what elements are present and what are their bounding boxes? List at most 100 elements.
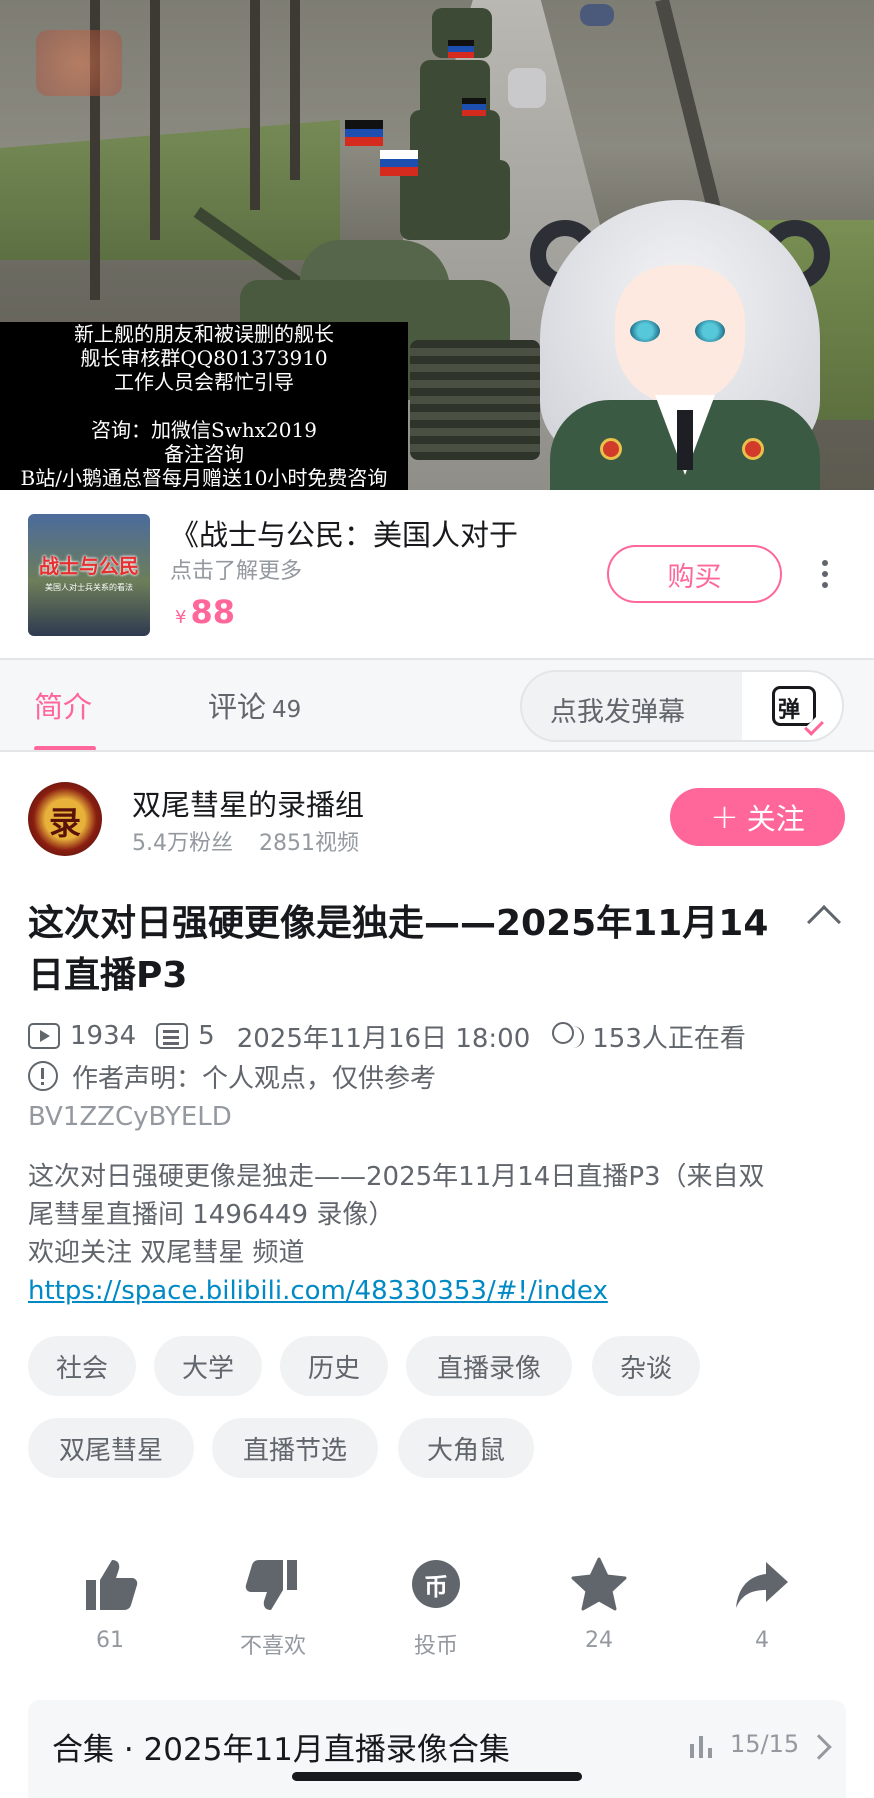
video-scene-tree: [250, 0, 260, 210]
follow-label: 关注: [746, 802, 805, 836]
publish-date: 2025年11月16日 18:00: [236, 1023, 531, 1054]
collection-card[interactable]: 合集 · 2025年11月直播录像合集 15/15: [28, 1700, 846, 1798]
overlay-line: 新上舰的朋友和被误删的舰长: [74, 322, 334, 346]
follow-button[interactable]: + 关注: [670, 788, 845, 846]
danmaku-toggle-button[interactable]: 弹: [742, 672, 842, 740]
tag-chip[interactable]: 大学: [154, 1336, 262, 1396]
avatar-char: 录: [48, 804, 81, 842]
coin-icon-char: 币: [412, 1560, 460, 1608]
tag-chip[interactable]: 直播节选: [212, 1418, 378, 1478]
favorite-count: 24: [585, 1628, 613, 1653]
video-scene-flag: [448, 40, 474, 58]
overlay-line: 咨询：加微信Swhx2019: [91, 418, 317, 442]
plus-icon: +: [710, 797, 739, 837]
video-stats: 1934 5 2025年11月16日 18:00 153人正在看: [28, 1018, 746, 1054]
info-icon: [28, 1061, 58, 1091]
price-value: 88: [190, 593, 235, 631]
danmaku-count: 5: [198, 1021, 215, 1051]
more-options-icon[interactable]: [818, 560, 832, 590]
like-button[interactable]: 61: [50, 1556, 170, 1666]
video-description: 这次对日强硬更像是独走——2025年11月14日直播P3（来自双 尾彗星直播间 …: [28, 1158, 848, 1272]
video-player[interactable]: 新上舰的朋友和被误删的舰长 舰长审核群QQ801373910 工作人员会帮忙引导…: [0, 0, 874, 490]
video-title: 这次对日强硬更像是独走——2025年11月14日直播P3: [28, 903, 769, 996]
product-thumbnail-title: 战士与公民: [39, 554, 139, 578]
tab-comments[interactable]: 评论 49: [208, 684, 301, 726]
author-declaration: 作者声明：个人观点，仅供参考: [28, 1058, 436, 1094]
video-scene-car: [508, 68, 546, 108]
description-line: 尾彗星直播间 1496449 录像）: [28, 1200, 395, 1230]
chevron-up-icon[interactable]: [807, 905, 841, 939]
overlay-line: 备注咨询: [164, 442, 244, 466]
chevron-right-icon: [806, 1734, 832, 1760]
buy-button[interactable]: 购买: [607, 545, 782, 603]
channel-watermark-logo: [36, 30, 122, 96]
overlay-line: 工作人员会帮忙引导: [114, 370, 294, 394]
collection-title: 合集 · 2025年11月直播录像合集: [52, 1732, 510, 1768]
uploader-fans: 5.4万粉丝: [132, 831, 233, 856]
video-scene-tree: [150, 0, 160, 240]
coin-icon: 币: [406, 1556, 466, 1614]
overlay-line: B站/小鹅通总督每月赠送10小时免费咨询: [20, 466, 388, 490]
share-count: 4: [755, 1628, 769, 1653]
price-currency: ¥: [175, 607, 187, 628]
video-scene-flag: [380, 150, 418, 176]
home-indicator[interactable]: [292, 1772, 582, 1781]
danmaku-placeholder: 点我发弹幕: [550, 697, 685, 728]
danmaku-icon: 弹: [772, 686, 824, 736]
danmaku-count-icon: [156, 1023, 189, 1049]
tag-chip[interactable]: 社会: [28, 1336, 136, 1396]
tab-bar: 简介 评论 49 点我发弹幕 弹: [0, 660, 874, 752]
vtuber-avatar: [520, 170, 850, 490]
like-count: 61: [96, 1628, 124, 1653]
video-scene-flag: [345, 120, 383, 146]
coin-button[interactable]: 币 投币: [376, 1556, 496, 1666]
description-link[interactable]: https://space.bilibili.com/48330353/#!/i…: [28, 1272, 608, 1310]
video-scene-tree: [290, 0, 300, 180]
thumbs-down-icon: [243, 1556, 303, 1614]
play-count-icon: [28, 1023, 60, 1049]
tab-intro[interactable]: 简介: [34, 684, 92, 726]
uploader-meta: 5.4万粉丝 2851视频: [132, 825, 359, 857]
playlist-icon: [690, 1736, 716, 1758]
danmaku-icon-char: 弹: [778, 698, 801, 723]
product-thumbnail[interactable]: 战士与公民 美国人对士兵关系的看法: [28, 514, 150, 636]
video-scene-flag: [462, 98, 486, 116]
video-scene-car: [580, 4, 614, 26]
bv-id: BV1ZZCyBYELD: [28, 1102, 232, 1132]
viewers-icon: [550, 1022, 585, 1050]
tag-chip[interactable]: 直播录像: [406, 1336, 572, 1396]
star-icon: [569, 1556, 629, 1614]
tag-chip[interactable]: 大角鼠: [398, 1418, 534, 1478]
share-button[interactable]: 4: [702, 1556, 822, 1666]
description-line: 欢迎关注 双尾彗星 频道: [28, 1238, 305, 1268]
description-line: 这次对日强硬更像是独走——2025年11月14日直播P3（来自双: [28, 1162, 765, 1192]
watching-count: 153人正在看: [592, 1023, 746, 1054]
product-thumbnail-subtitle: 美国人对士兵关系的看法: [45, 583, 133, 592]
tab-comments-label: 评论: [208, 690, 267, 724]
uploader-name[interactable]: 双尾彗星的录播组: [132, 782, 364, 824]
divider: [0, 750, 874, 752]
tag-chip[interactable]: 杂谈: [592, 1336, 700, 1396]
favorite-button[interactable]: 24: [539, 1556, 659, 1666]
tag-chip[interactable]: 历史: [280, 1336, 388, 1396]
overlay-line: 舰长审核群QQ801373910: [80, 346, 328, 370]
tab-comments-count: 49: [272, 697, 302, 723]
danmaku-input[interactable]: 点我发弹幕 弹: [520, 670, 844, 742]
play-count: 1934: [70, 1021, 137, 1051]
share-icon: [732, 1556, 792, 1614]
collection-progress: 15/15: [730, 1730, 800, 1758]
product-title[interactable]: 《战士与公民：美国人对于: [170, 512, 518, 554]
check-icon: [804, 716, 824, 736]
product-price: ¥88: [175, 593, 235, 631]
video-overlay-notice: 新上舰的朋友和被误删的舰长 舰长审核群QQ801373910 工作人员会帮忙引导…: [0, 322, 408, 490]
uploader-video-count: 2851视频: [259, 831, 359, 856]
declaration-text: 作者声明：个人观点，仅供参考: [72, 1063, 437, 1094]
product-ad[interactable]: 战士与公民 美国人对士兵关系的看法 《战士与公民：美国人对于 点击了解更多 ¥8…: [0, 490, 874, 658]
coin-label: 投币: [413, 1634, 458, 1659]
dislike-button[interactable]: 不喜欢: [213, 1556, 333, 1666]
product-subtitle[interactable]: 点击了解更多: [170, 553, 302, 585]
thumbs-up-icon: [80, 1556, 140, 1614]
uploader-avatar[interactable]: 录: [28, 782, 102, 856]
tag-chip[interactable]: 双尾彗星: [28, 1418, 194, 1478]
dislike-label: 不喜欢: [239, 1634, 306, 1659]
